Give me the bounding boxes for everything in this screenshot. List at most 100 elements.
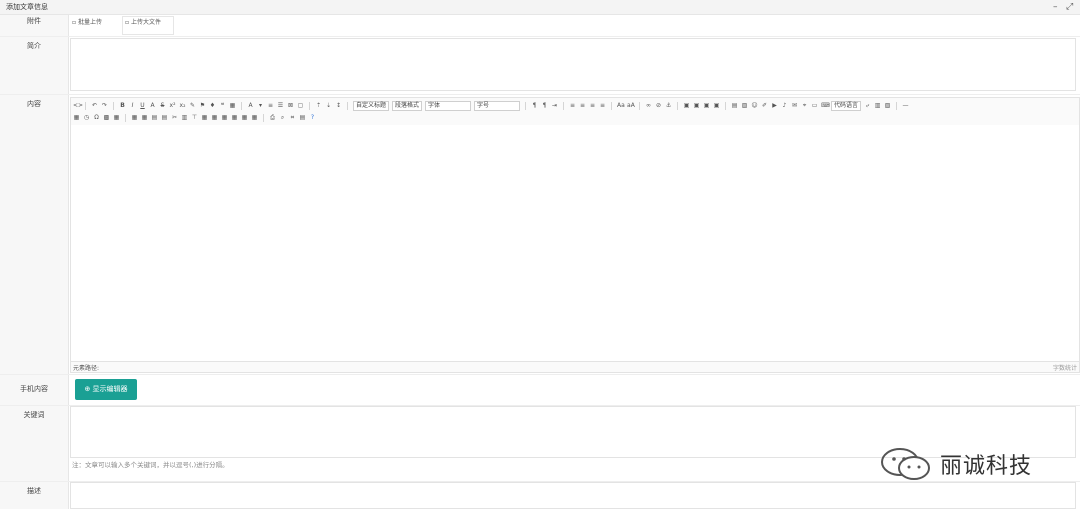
insert-table-icon[interactable]: ▦ bbox=[131, 114, 138, 121]
font-border-icon[interactable]: A bbox=[149, 102, 156, 109]
keywords-label-cell: 关键词 bbox=[0, 406, 69, 481]
image-right-icon[interactable]: ▣ bbox=[703, 102, 710, 109]
split-rows-icon[interactable]: ▦ bbox=[241, 114, 248, 121]
superscript-icon[interactable]: x² bbox=[169, 102, 176, 109]
background-icon[interactable]: ▧ bbox=[884, 102, 891, 109]
window-title: 添加文章信息 bbox=[6, 3, 48, 11]
split-cells-icon[interactable]: ▦ bbox=[231, 114, 238, 121]
special-chars-icon[interactable]: Ω bbox=[93, 114, 100, 121]
clear-doc-icon[interactable]: ▢ bbox=[297, 102, 304, 109]
italic-icon[interactable]: I bbox=[129, 102, 136, 109]
maximize-icon[interactable]: ⤢ bbox=[1066, 0, 1073, 14]
music-icon[interactable]: ♪ bbox=[781, 102, 788, 109]
image-none-icon[interactable]: ▣ bbox=[683, 102, 690, 109]
anchor-icon[interactable]: ⚓ bbox=[665, 102, 672, 109]
pasteplain-icon[interactable]: ▦ bbox=[229, 102, 236, 109]
unordered-list-icon[interactable]: ☰ bbox=[277, 102, 284, 109]
forecolor-icon[interactable]: A bbox=[247, 102, 254, 109]
insert-col-icon[interactable]: ▥ bbox=[181, 114, 188, 121]
font-size-select[interactable]: 字号 bbox=[474, 100, 521, 111]
subscript-icon[interactable]: x₂ bbox=[179, 102, 186, 109]
emotion-icon[interactable]: ☺ bbox=[751, 102, 758, 109]
link-icon[interactable]: ∞ bbox=[645, 102, 652, 109]
description-textarea[interactable] bbox=[70, 482, 1076, 509]
line-height-icon[interactable]: ↕ bbox=[335, 102, 342, 109]
attachment-label-cell: 附件 bbox=[0, 15, 69, 36]
insert-paragraph-icon[interactable]: ▤ bbox=[151, 114, 158, 121]
html-source-icon[interactable]: <> bbox=[73, 102, 83, 109]
wechat-icon bbox=[881, 448, 930, 480]
justify-full-icon[interactable]: ≡ bbox=[599, 102, 606, 109]
blockquote-icon[interactable]: ❝ bbox=[219, 102, 226, 109]
simple-upload-icon[interactable]: ▤ bbox=[731, 102, 738, 109]
unlink-icon[interactable]: ⊘ bbox=[655, 102, 662, 109]
help-icon[interactable]: ? bbox=[309, 114, 316, 121]
split-cols-icon[interactable]: ▦ bbox=[251, 114, 258, 121]
code-language-select[interactable]: 代码语言 bbox=[831, 100, 862, 111]
justify-left-icon[interactable]: ≡ bbox=[569, 102, 576, 109]
attachment-label: 附件 bbox=[27, 17, 41, 25]
strikethrough-icon[interactable]: S bbox=[159, 102, 166, 109]
row-spacing-bottom-icon[interactable]: ⇣ bbox=[325, 102, 332, 109]
summary-textarea[interactable] bbox=[70, 38, 1076, 91]
paragraph-format-select[interactable]: 段落格式 bbox=[392, 100, 423, 111]
image-center-icon[interactable]: ▣ bbox=[713, 102, 720, 109]
merge-down-icon[interactable]: ▦ bbox=[221, 114, 228, 121]
upload-large-file-button[interactable]: ▫ 上传大文件 bbox=[122, 16, 174, 35]
insert-frame-icon[interactable]: ▭ bbox=[811, 102, 818, 109]
select-all-icon[interactable]: ⊠ bbox=[287, 102, 294, 109]
date-icon[interactable]: ▦ bbox=[73, 114, 80, 121]
justify-right-icon[interactable]: ≡ bbox=[589, 102, 596, 109]
insert-code-icon[interactable]: ⌨ bbox=[821, 102, 830, 109]
wordimage-icon[interactable]: ▩ bbox=[103, 114, 110, 121]
mobile-label: 手机内容 bbox=[20, 385, 48, 393]
bold-icon[interactable]: B bbox=[119, 102, 126, 109]
insert-video-icon[interactable]: ▶ bbox=[771, 102, 778, 109]
batch-upload-button[interactable]: ▫ 批量上传 bbox=[72, 17, 102, 26]
tolowercase-icon[interactable]: aA bbox=[627, 102, 635, 109]
upload-file-icon: ▫ bbox=[125, 19, 130, 26]
scrawl-icon[interactable]: ✐ bbox=[761, 102, 768, 109]
underline-icon[interactable]: U bbox=[139, 102, 146, 109]
watermark: 丽诚科技 bbox=[878, 444, 1032, 484]
format-match-icon[interactable]: ✎ bbox=[189, 102, 196, 109]
font-family-select[interactable]: 字体 bbox=[425, 100, 472, 111]
page-break-icon[interactable]: ⤶ bbox=[864, 102, 871, 109]
drafts-icon[interactable]: ▤ bbox=[299, 114, 306, 121]
merge-cells-icon[interactable]: ▦ bbox=[201, 114, 208, 121]
delete-col-icon[interactable]: ⊤ bbox=[191, 114, 198, 121]
search-replace-icon[interactable]: ⌗ bbox=[289, 114, 296, 121]
merge-right-icon[interactable]: ▦ bbox=[211, 114, 218, 121]
keywords-note: 注：文章可以输入多个关键词，并以逗号(,)进行分隔。 bbox=[72, 461, 229, 469]
summary-label-cell: 简介 bbox=[0, 37, 69, 94]
delete-row-icon[interactable]: ✂ bbox=[171, 114, 178, 121]
time-icon[interactable]: ◷ bbox=[83, 114, 90, 121]
map-icon[interactable]: ⌖ bbox=[801, 102, 808, 109]
insert-row-icon[interactable]: ▤ bbox=[161, 114, 168, 121]
delete-table-icon[interactable]: ▦ bbox=[141, 114, 148, 121]
show-editor-button[interactable]: ⊕ 显示编辑器 bbox=[75, 379, 137, 400]
template-icon[interactable]: ▥ bbox=[874, 102, 881, 109]
backcolor-icon[interactable]: ▾ bbox=[257, 102, 264, 109]
auto-typeset-icon[interactable]: ⚑ bbox=[199, 102, 206, 109]
horizontal-rule-icon[interactable]: — bbox=[902, 102, 909, 109]
paint-icon[interactable]: ♦ bbox=[209, 102, 216, 109]
indent-icon[interactable]: ⇥ bbox=[551, 102, 558, 109]
preview-icon[interactable]: ⌕ bbox=[279, 114, 286, 121]
direction-rtl-icon[interactable]: ¶ bbox=[541, 102, 548, 109]
print-icon[interactable]: ⎙ bbox=[269, 114, 276, 121]
undo-icon[interactable]: ↶ bbox=[91, 102, 98, 109]
direction-ltr-icon[interactable]: ¶ bbox=[531, 102, 538, 109]
justify-center-icon[interactable]: ≡ bbox=[579, 102, 586, 109]
redo-icon[interactable]: ↷ bbox=[101, 102, 108, 109]
row-spacing-top-icon[interactable]: ⇡ bbox=[315, 102, 322, 109]
ordered-list-icon[interactable]: ≡ bbox=[267, 102, 274, 109]
image-left-icon[interactable]: ▣ bbox=[693, 102, 700, 109]
minimize-icon[interactable]: – bbox=[1053, 0, 1058, 14]
insert-image-icon[interactable]: ▨ bbox=[741, 102, 748, 109]
content-editor-area[interactable] bbox=[70, 125, 1080, 361]
attachment-icon[interactable]: ✉ bbox=[791, 102, 798, 109]
custom-title-select[interactable]: 自定义标题 bbox=[353, 100, 390, 111]
snapscreen-icon[interactable]: ▦ bbox=[113, 114, 120, 121]
touppercase-icon[interactable]: Aa bbox=[617, 102, 625, 109]
